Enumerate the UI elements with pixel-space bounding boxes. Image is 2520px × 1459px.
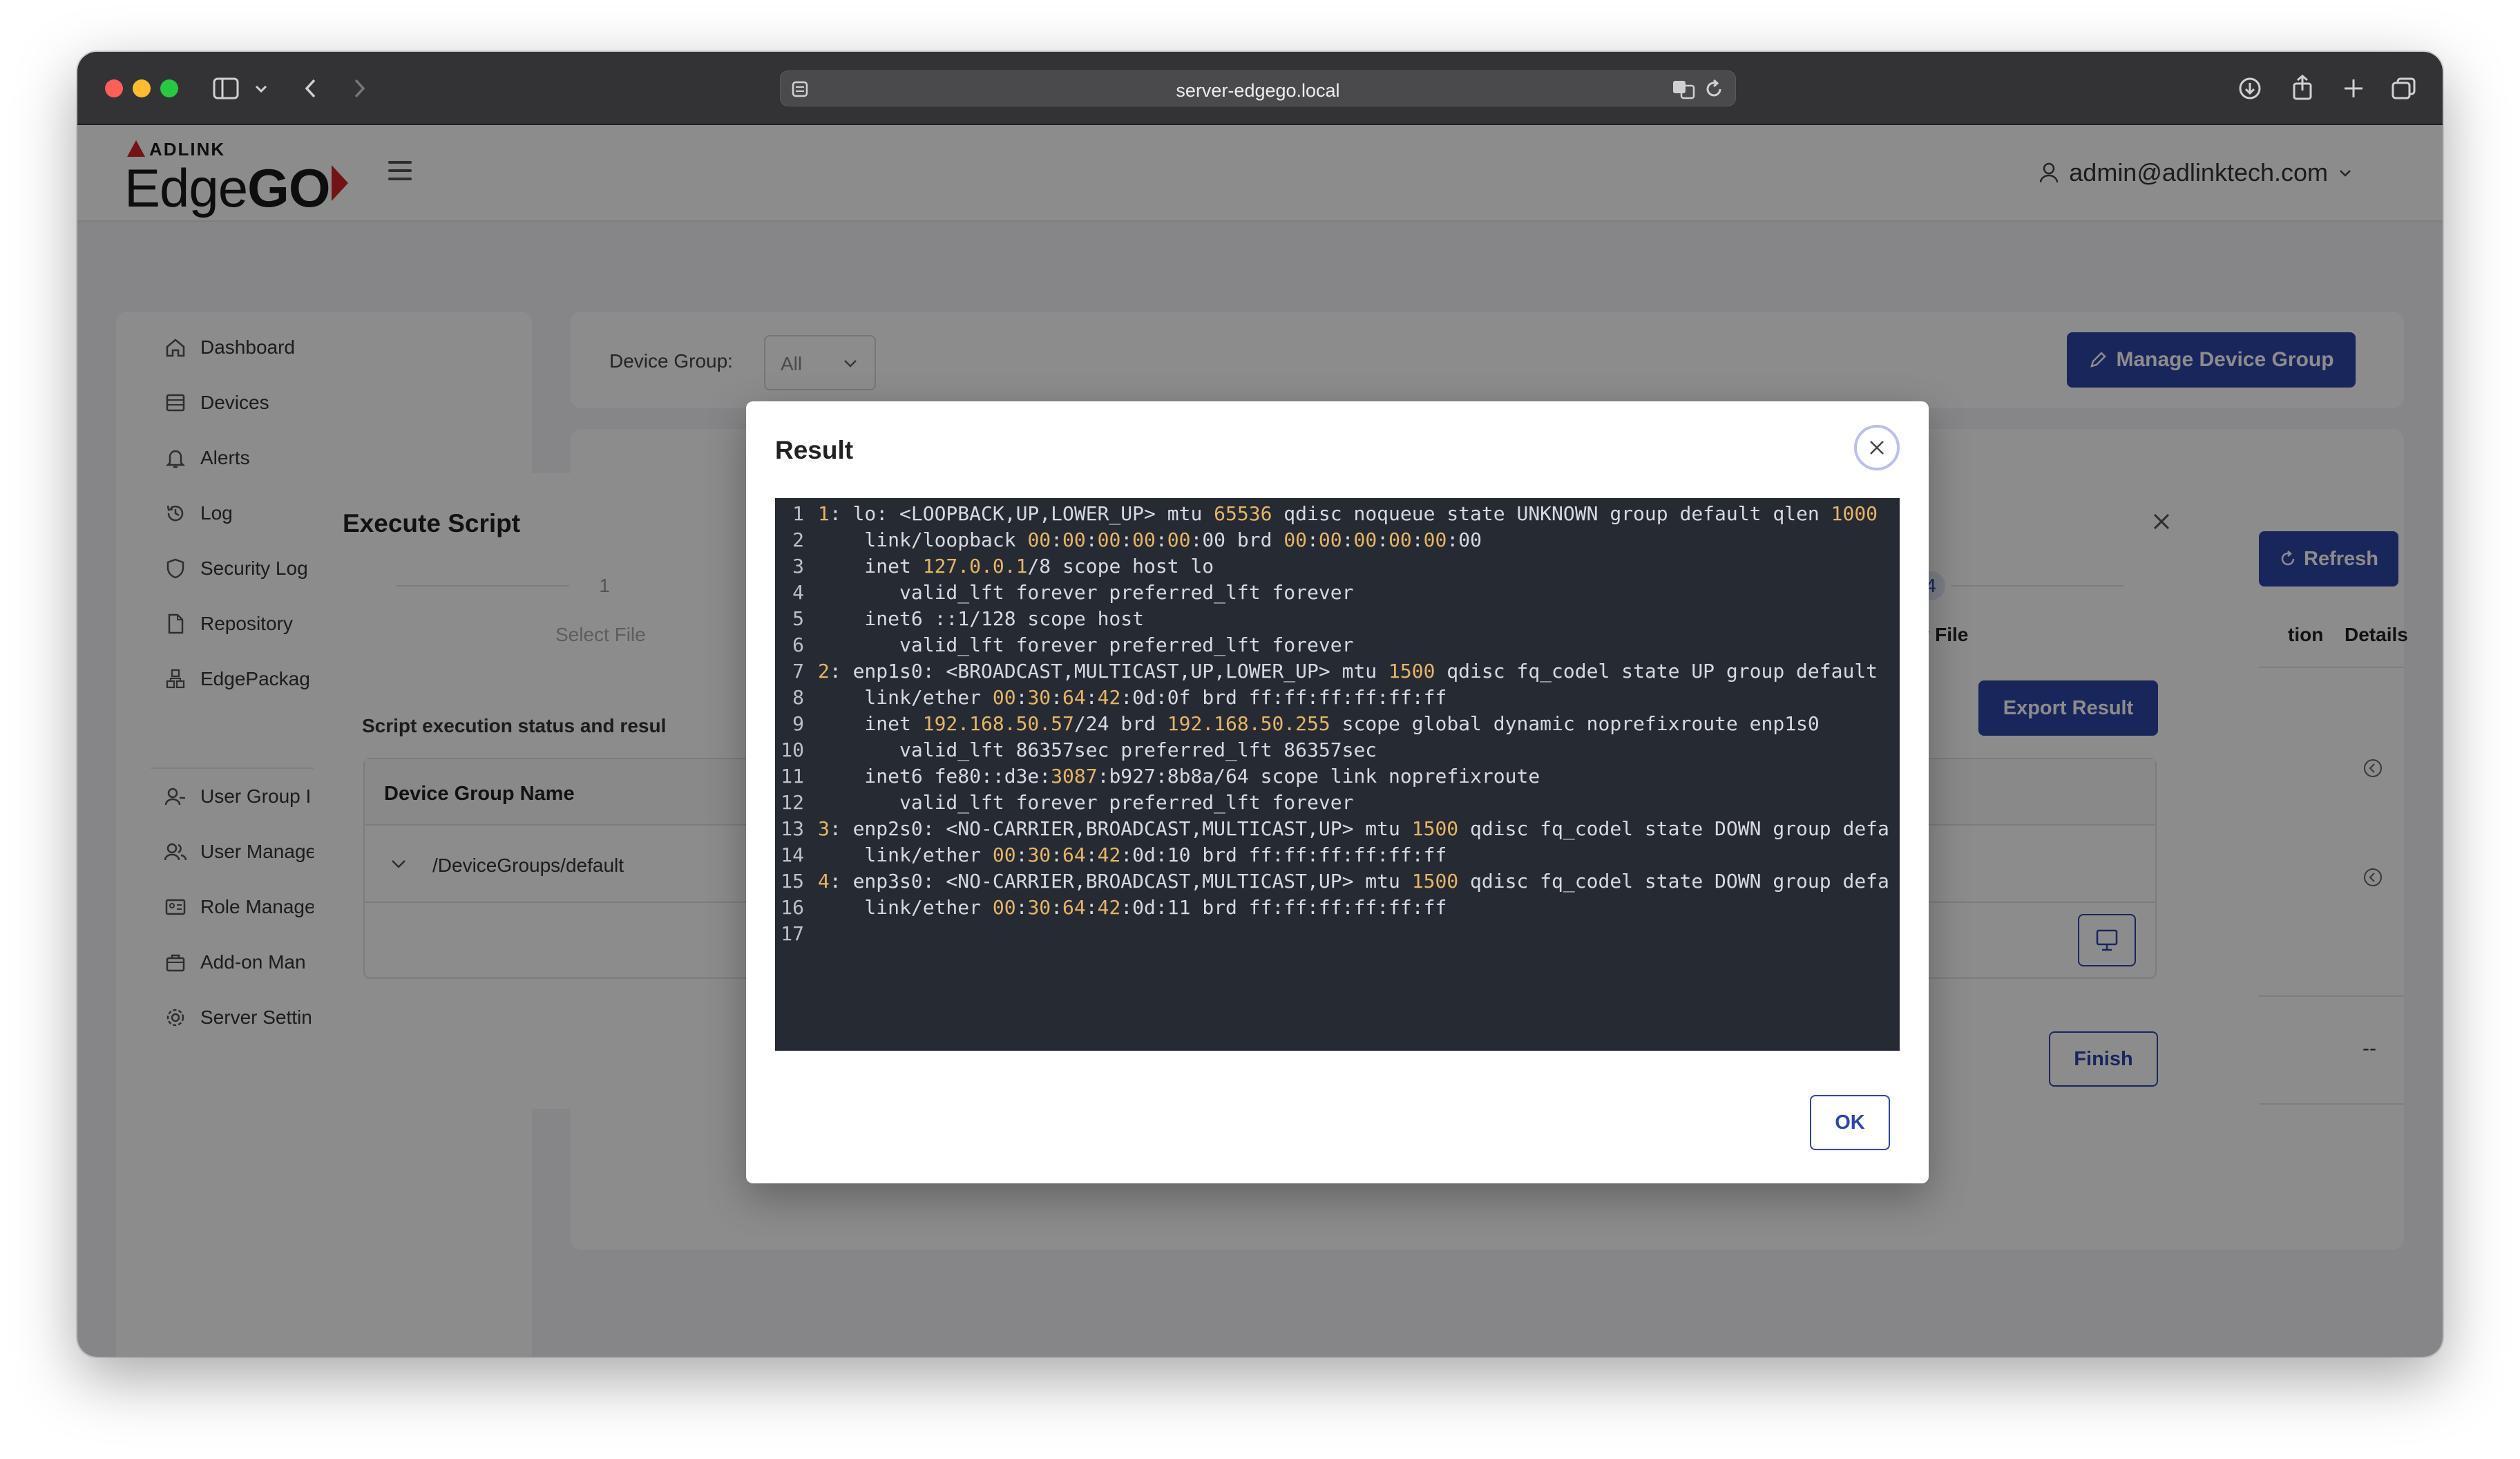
chevron-down-icon[interactable]: [254, 77, 268, 100]
code-text: 2: enp1s0: <BROADCAST,MULTICAST,UP,LOWER…: [818, 660, 1878, 683]
result-title: Result: [775, 436, 854, 464]
new-tab-icon[interactable]: [2342, 77, 2365, 100]
line-number: 2: [792, 528, 804, 551]
code-line: 11 inet6 fe80::d3e:3087:b927:8b8a/64 sco…: [775, 763, 1540, 790]
code-text: link/ether 00:30:64:42:0d:0f brd ff:ff:f…: [818, 686, 1447, 709]
code-line: 5 inet6 ::1/128 scope host: [775, 606, 1144, 632]
line-number: 8: [792, 686, 804, 709]
translate-icon[interactable]: [1672, 79, 1697, 103]
code-line: 1 1: lo: <LOOPBACK,UP,LOWER_UP> mtu 65536…: [775, 501, 1878, 527]
line-number: 11: [781, 765, 804, 788]
line-number: 3: [792, 555, 804, 578]
code-text: 3: enp2s0: <NO-CARRIER,BROADCAST,MULTICA…: [818, 817, 1889, 840]
line-number: 17: [781, 922, 804, 945]
url-text: server-edgego.local: [1176, 80, 1340, 101]
minimize-window-button[interactable]: [133, 79, 151, 97]
code-line: 9 inet 192.168.50.57/24 brd 192.168.50.2…: [775, 711, 1820, 737]
code-text: link/ether 00:30:64:42:0d:11 brd ff:ff:f…: [818, 896, 1447, 919]
line-number: 5: [792, 607, 804, 630]
back-arrow-icon[interactable]: [303, 77, 319, 100]
zoom-window-button[interactable]: [160, 79, 178, 97]
code-line: 3 inet 127.0.0.1/8 scope host lo: [775, 553, 1214, 580]
code-line: 16 link/ether 00:30:64:42:0d:11 brd ff:f…: [775, 895, 1447, 921]
code-line: 4 valid_lft forever preferred_lft foreve…: [775, 580, 1353, 606]
code-line: 15 4: enp3s0: <NO-CARRIER,BROADCAST,MULTI…: [775, 868, 1889, 895]
line-number: 15: [781, 870, 804, 893]
reload-icon[interactable]: [1703, 79, 1724, 103]
sidebar-toggle-icon[interactable]: [213, 77, 240, 100]
code-text: 1: lo: <LOOPBACK,UP,LOWER_UP> mtu 65536 …: [818, 502, 1878, 525]
close-window-button[interactable]: [105, 79, 123, 97]
code-text: valid_lft forever preferred_lft forever: [818, 581, 1354, 604]
code-line: 13 3: enp2s0: <NO-CARRIER,BROADCAST,MULTI…: [775, 816, 1889, 842]
line-number: 13: [781, 817, 804, 840]
line-number: 12: [781, 791, 804, 814]
line-number: 10: [781, 738, 804, 761]
line-number: 4: [792, 581, 804, 604]
line-number: 1: [792, 502, 804, 525]
code-text: valid_lft forever preferred_lft forever: [818, 791, 1354, 814]
code-line: 8 link/ether 00:30:64:42:0d:0f brd ff:ff…: [775, 685, 1447, 711]
line-number: 6: [792, 633, 804, 656]
code-line: 2 link/loopback 00:00:00:00:00:00 brd 00…: [775, 527, 1482, 553]
code-line: 14 link/ether 00:30:64:42:0d:10 brd ff:f…: [775, 842, 1447, 868]
code-line: 17: [775, 921, 818, 947]
browser-titlebar: server-edgego.local: [77, 52, 2443, 125]
share-icon[interactable]: [2291, 74, 2314, 100]
code-text: valid_lft forever preferred_lft forever: [818, 633, 1354, 656]
close-button[interactable]: [1854, 425, 1900, 470]
ok-button[interactable]: OK: [1810, 1095, 1890, 1150]
code-text: inet6 fe80::d3e:3087:b927:8b8a/64 scope …: [818, 765, 1540, 788]
code-line: 7 2: enp1s0: <BROADCAST,MULTICAST,UP,LOWE…: [775, 658, 1878, 685]
result-modal: Result 1 1: lo: <LOOPBACK,UP,LOWER_UP> mt…: [746, 401, 1929, 1183]
code-text: inet 192.168.50.57/24 brd 192.168.50.255…: [818, 712, 1820, 735]
code-line: 6 valid_lft forever preferred_lft foreve…: [775, 632, 1353, 658]
code-text: 4: enp3s0: <NO-CARRIER,BROADCAST,MULTICA…: [818, 870, 1889, 893]
code-text: link/ether 00:30:64:42:0d:10 brd ff:ff:f…: [818, 843, 1447, 866]
forward-arrow-icon[interactable]: [351, 77, 368, 100]
line-number: 7: [792, 660, 804, 683]
browser-window: server-edgego.local ADLINK EdgeGO admin@…: [77, 52, 2443, 1357]
tab-overview-icon[interactable]: [2392, 77, 2416, 100]
code-text: link/loopback 00:00:00:00:00:00 brd 00:0…: [818, 528, 1482, 551]
line-number: 16: [781, 896, 804, 919]
address-bar[interactable]: server-edgego.local: [780, 70, 1736, 106]
download-icon[interactable]: [2238, 77, 2262, 100]
line-number: 9: [792, 712, 804, 735]
line-number: 14: [781, 843, 804, 866]
code-line: 12 valid_lft forever preferred_lft forev…: [775, 790, 1353, 816]
code-text: inet 127.0.0.1/8 scope host lo: [818, 555, 1214, 578]
code-text: valid_lft 86357sec preferred_lft 86357se…: [818, 738, 1377, 761]
close-icon: [1870, 441, 1884, 455]
code-line: 10 valid_lft 86357sec preferred_lft 8635…: [775, 737, 1377, 763]
code-text: inet6 ::1/128 scope host: [818, 607, 1145, 630]
result-output[interactable]: 1 1: lo: <LOOPBACK,UP,LOWER_UP> mtu 65536…: [775, 498, 1900, 1051]
